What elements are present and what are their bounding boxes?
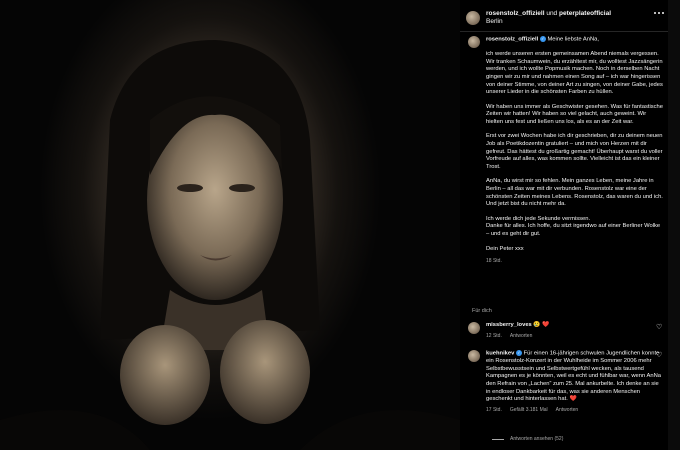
- caption-paragraph-5: Ich werde dich jede Sekunde vermissen. D…: [486, 215, 661, 237]
- section-label-for-you[interactable]: Für dich: [472, 308, 492, 314]
- comment-avatar[interactable]: [468, 322, 480, 334]
- verified-badge-icon: ✓: [515, 350, 522, 356]
- comment-time[interactable]: 12 Std.: [486, 333, 502, 341]
- heart-icon[interactable]: ♡: [656, 324, 664, 332]
- header-location[interactable]: Berlin: [486, 18, 611, 26]
- comment-username[interactable]: missberry_loves: [486, 322, 532, 328]
- caption-timestamp[interactable]: 18 Std.: [486, 258, 664, 266]
- heart-icon[interactable]: ♡: [656, 352, 664, 360]
- caption-username[interactable]: rosenstolz_offiziell: [486, 37, 538, 43]
- comment-item: kuehnikev ✓ Für einen 16-jährigen schwul…: [468, 350, 664, 414]
- comment-time[interactable]: 17 Std.: [486, 407, 502, 415]
- comment-reply-button[interactable]: Antworten: [556, 407, 579, 415]
- comment-likes[interactable]: Gefällt 3.181 Mal: [510, 407, 548, 415]
- header-account-secondary[interactable]: peterplateofficial: [559, 10, 611, 17]
- comment-item: missberry_loves 😢 ❤️ 12 Std. Antworten ♡: [468, 322, 664, 340]
- caption-signature: Dein Peter xxx: [486, 245, 524, 252]
- view-replies-label[interactable]: Antworten ansehen (52): [510, 436, 563, 442]
- header-account-primary[interactable]: rosenstolz_offiziell: [486, 10, 545, 17]
- post-detail-panel: rosenstolz_offiziell und peterplateoffic…: [460, 0, 680, 450]
- caption-greeting: Meine liebste AnNa,: [547, 36, 599, 43]
- comment-text: Für einen 16-jährigen schwulen Jugendlic…: [486, 350, 661, 403]
- verified-badge-icon: ✓: [539, 36, 546, 42]
- view-replies-button[interactable]: Antworten ansehen (52): [492, 436, 563, 442]
- comment-reply-button[interactable]: Antworten: [510, 333, 533, 341]
- post-caption: rosenstolz_offiziell ✓ Meine liebste AnN…: [468, 36, 664, 266]
- more-horizontal-icon[interactable]: [654, 12, 666, 18]
- avatar[interactable]: [466, 11, 480, 25]
- caption-paragraph-1: ich werde unseren ersten gemeinsamen Abe…: [486, 51, 663, 96]
- comment-text: 😢 ❤️: [533, 322, 550, 328]
- caption-paragraph-4: AnNa, du wirst mir so fehlen. Mein ganze…: [486, 178, 663, 208]
- comment-username[interactable]: kuehnikev: [486, 351, 514, 357]
- portrait-image: [0, 40, 460, 450]
- scrollbar[interactable]: [668, 0, 680, 450]
- caption-paragraph-3: Erst vor zwei Wochen habe ich dir geschr…: [486, 133, 663, 170]
- header-divider: [460, 31, 668, 32]
- replies-line: [492, 438, 504, 440]
- comment-avatar[interactable]: [468, 350, 480, 362]
- post-photo[interactable]: [0, 0, 460, 450]
- caption-avatar[interactable]: [468, 36, 480, 48]
- post-header: rosenstolz_offiziell und peterplateoffic…: [466, 4, 666, 32]
- header-connector: und: [546, 10, 558, 17]
- post-header-text: rosenstolz_offiziell und peterplateoffic…: [486, 10, 611, 26]
- caption-paragraph-2: Wir haben uns immer als Geschwister gese…: [486, 103, 663, 125]
